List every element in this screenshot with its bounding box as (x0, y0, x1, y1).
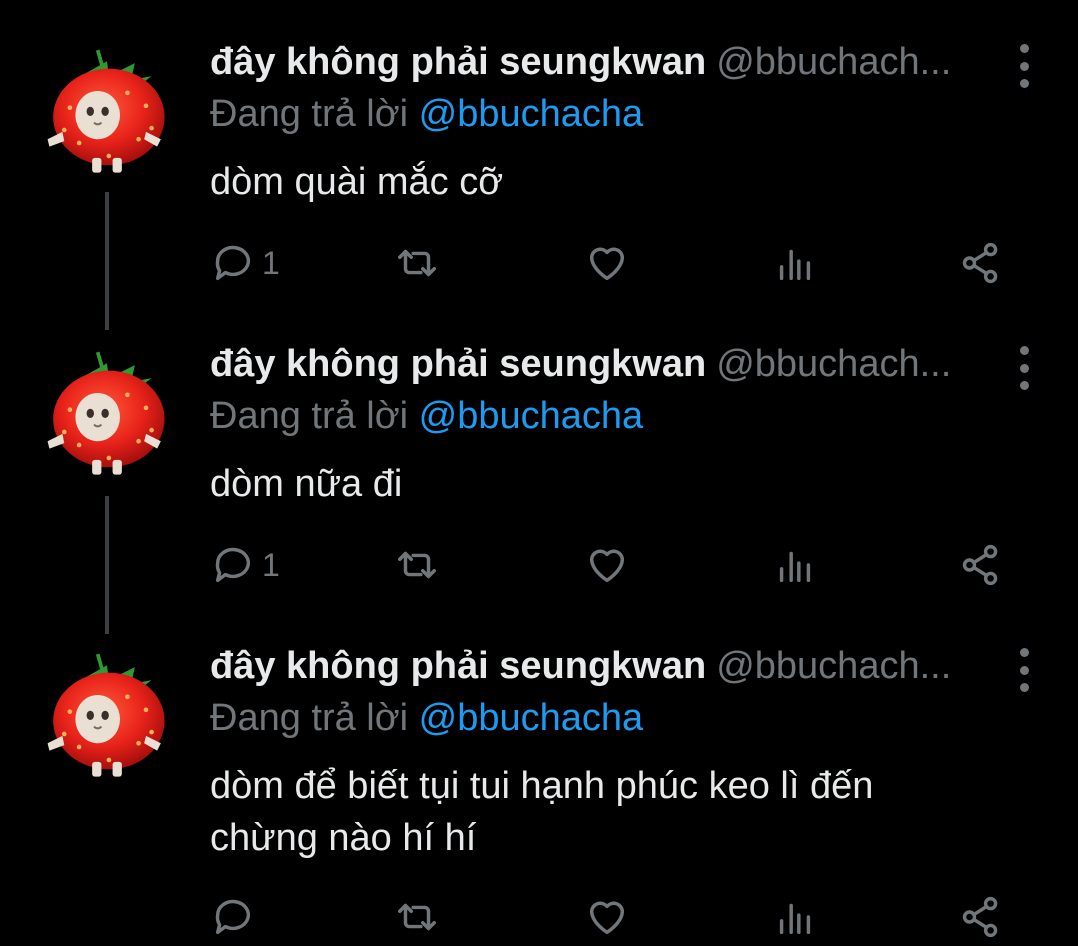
avatar[interactable] (42, 644, 172, 784)
retweet-button[interactable] (394, 238, 440, 288)
replying-mention[interactable]: @bbuchacha (419, 395, 644, 437)
strawberry-cat-avatar-icon (45, 350, 167, 477)
views-button[interactable] (772, 540, 818, 590)
reply-button[interactable] (210, 892, 262, 942)
reply-icon (215, 245, 251, 281)
strawberry-cat-avatar-icon (45, 48, 167, 175)
replying-prefix: Đang trả lời (210, 93, 409, 135)
retweet-icon (398, 903, 436, 931)
strawberry-cat-avatar-icon (45, 652, 167, 779)
replying-prefix: Đang trả lời (210, 395, 409, 437)
reply-icon (215, 899, 251, 935)
replying-to: Đang trả lời @bbuchacha (210, 394, 643, 438)
tweet-text: dòm quài mắc cỡ (210, 161, 504, 203)
reply-icon (215, 547, 251, 583)
share-icon (962, 896, 998, 938)
display-name[interactable]: đây không phải seungkwan (210, 343, 706, 385)
replying-to: Đang trả lời @bbuchacha (210, 92, 643, 136)
user-handle[interactable]: @bbuchach... (716, 343, 951, 385)
views-icon (779, 249, 811, 281)
thread-line (105, 496, 109, 634)
reply-button[interactable]: 1 (210, 540, 280, 590)
tweet-text: dòm nữa đi (210, 463, 403, 505)
replying-mention[interactable]: @bbuchacha (419, 93, 644, 135)
share-button[interactable] (958, 892, 1004, 942)
replying-mention[interactable]: @bbuchacha (419, 697, 644, 739)
retweet-icon (398, 551, 436, 579)
display-name[interactable]: đây không phải seungkwan (210, 41, 706, 83)
share-button[interactable] (958, 540, 1004, 590)
action-bar: 1 (210, 238, 1010, 288)
more-options-icon[interactable] (1014, 346, 1034, 390)
replying-to: Đang trả lời @bbuchacha (210, 696, 643, 740)
views-icon (779, 551, 811, 583)
thread-line (105, 192, 109, 330)
like-icon (589, 901, 625, 935)
action-bar (210, 892, 1010, 942)
reply-button[interactable]: 1 (210, 238, 280, 288)
retweet-icon (398, 249, 436, 277)
retweet-button[interactable] (394, 540, 440, 590)
reply-count: 1 (262, 546, 280, 583)
views-button[interactable] (772, 892, 818, 942)
like-button[interactable] (584, 238, 630, 288)
user-handle[interactable]: @bbuchach... (716, 645, 951, 687)
views-icon (779, 903, 811, 935)
tweet-text: dòm để biết tụi tui hạnh phúc keo lì đến… (210, 765, 874, 859)
action-bar: 1 (210, 540, 1010, 590)
more-options-icon[interactable] (1014, 648, 1034, 692)
like-button[interactable] (584, 892, 630, 942)
retweet-button[interactable] (394, 892, 440, 942)
avatar[interactable] (42, 342, 172, 482)
share-button[interactable] (958, 238, 1004, 288)
more-options-icon[interactable] (1014, 44, 1034, 88)
like-icon (589, 549, 625, 583)
replying-prefix: Đang trả lời (210, 697, 409, 739)
display-name[interactable]: đây không phải seungkwan (210, 645, 706, 687)
avatar[interactable] (42, 40, 172, 180)
user-handle[interactable]: @bbuchach... (716, 41, 951, 83)
like-button[interactable] (584, 540, 630, 590)
share-icon (962, 544, 998, 586)
views-button[interactable] (772, 238, 818, 288)
like-icon (589, 247, 625, 281)
share-icon (962, 242, 998, 284)
reply-count: 1 (262, 244, 280, 281)
